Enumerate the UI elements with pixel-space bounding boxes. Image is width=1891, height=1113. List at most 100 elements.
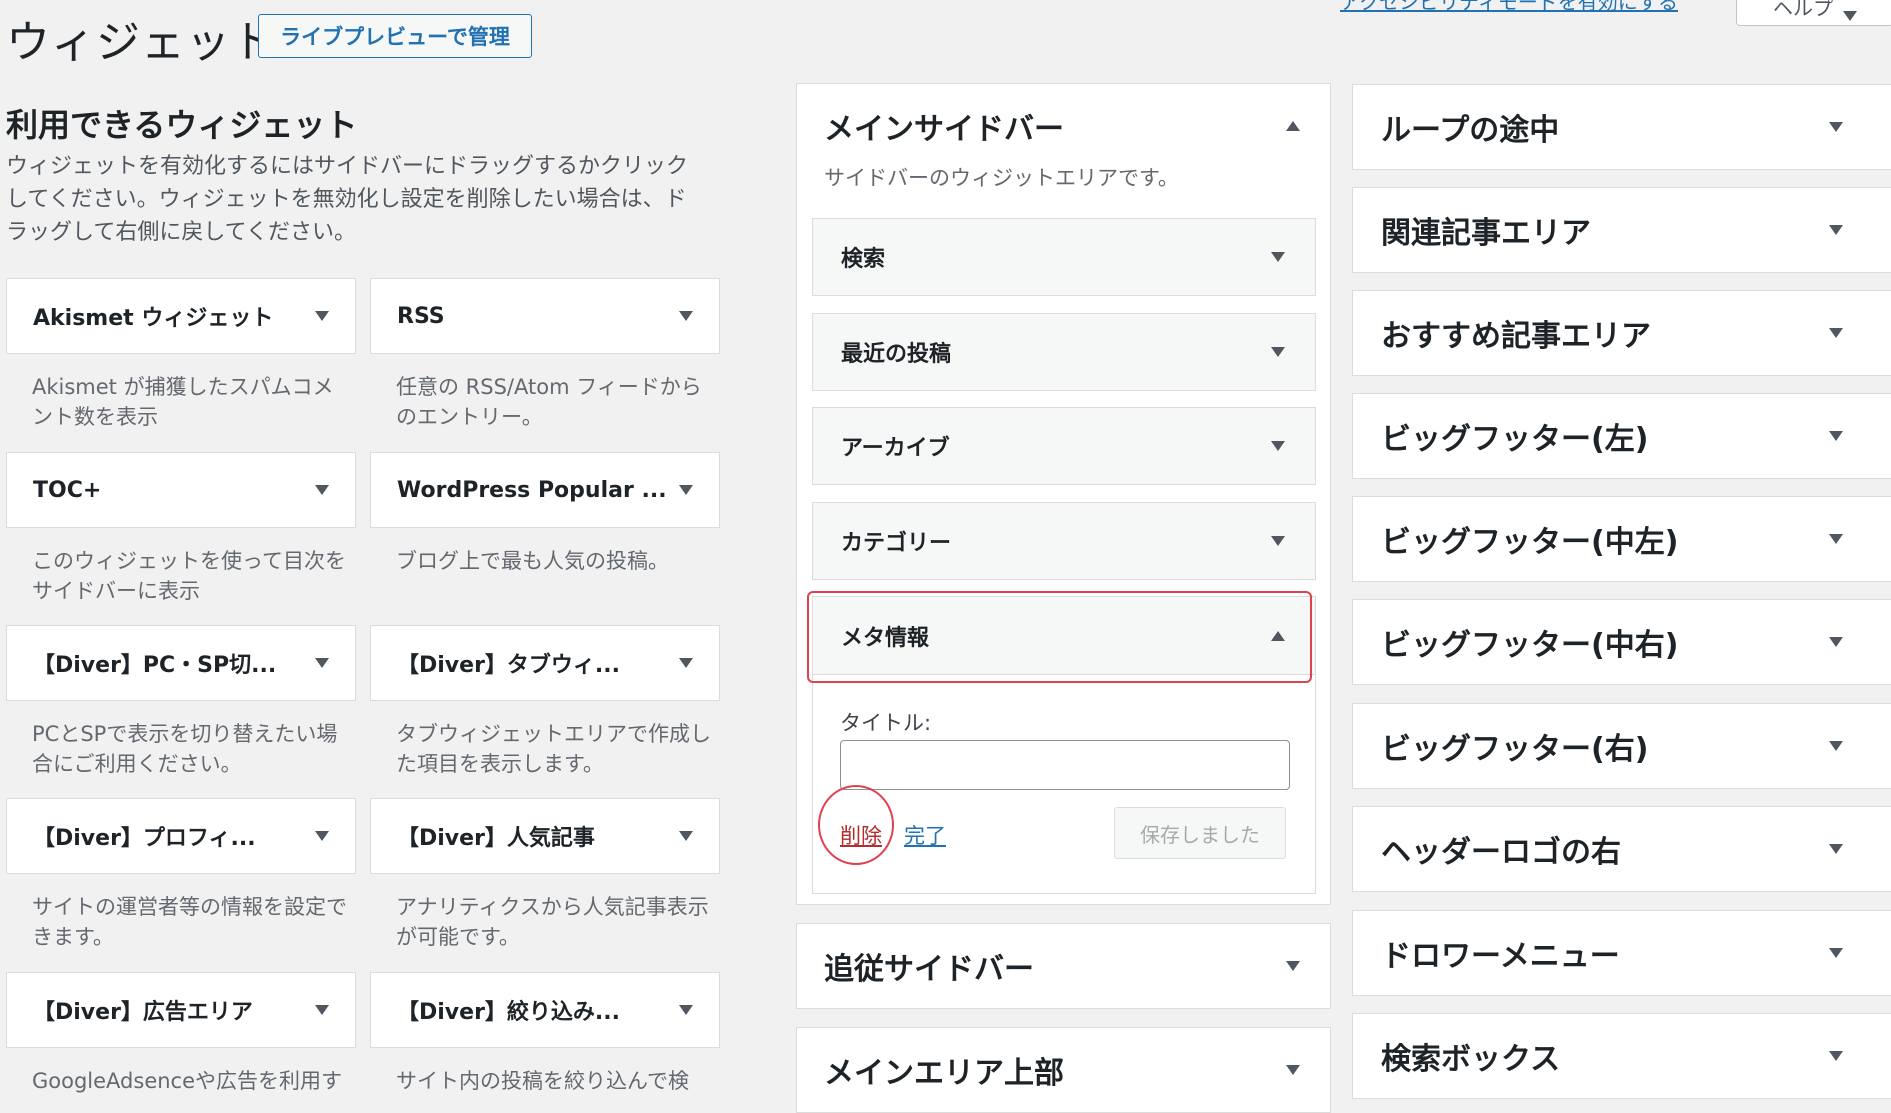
main-area-top-panel[interactable]: メインエリア上部: [796, 1027, 1331, 1113]
chevron-down-icon[interactable]: [1829, 844, 1843, 854]
sidebar-widget-recent-posts[interactable]: 最近の投稿: [812, 313, 1316, 391]
chevron-down-icon[interactable]: [1829, 328, 1843, 338]
chevron-down-icon[interactable]: [1271, 536, 1285, 546]
chevron-down-icon[interactable]: [1286, 1065, 1300, 1075]
widget-label: Akismet ウィジェット: [33, 306, 274, 331]
chevron-down-icon[interactable]: [1829, 225, 1843, 235]
chevron-down-icon[interactable]: [315, 485, 329, 495]
chevron-down-icon[interactable]: [1829, 741, 1843, 751]
chevron-down-icon[interactable]: [679, 311, 693, 321]
widget-description: ブログ上で最も人気の投稿。: [396, 549, 669, 573]
chevron-down-icon[interactable]: [1829, 1051, 1843, 1061]
widget-description: GoogleAdsenceや広告を利用す: [32, 1069, 343, 1093]
chevron-down-icon[interactable]: [315, 831, 329, 841]
area-title: ヘッダーロゴの右: [1381, 835, 1621, 870]
sidebar-follow-title: 追従サイドバー: [824, 952, 1034, 987]
chevron-down-icon[interactable]: [1829, 637, 1843, 647]
sidebar-widget-archives[interactable]: アーカイブ: [812, 407, 1316, 485]
widget-diver-ad[interactable]: 【Diver】広告エリア: [6, 972, 356, 1048]
sidebar-widget-search[interactable]: 検索: [812, 218, 1316, 296]
widget-diver-profile[interactable]: 【Diver】プロフィ...: [6, 798, 356, 874]
widget-label: 【Diver】人気記事: [397, 826, 595, 851]
area-header-logo-right[interactable]: ヘッダーロゴの右: [1352, 806, 1891, 892]
widget-description: アナリティクスから人気記事表示が可能です。: [396, 895, 709, 949]
chevron-down-icon[interactable]: [315, 311, 329, 321]
area-title: おすすめ記事エリア: [1381, 319, 1651, 354]
chevron-down-icon[interactable]: [315, 1005, 329, 1015]
area-big-footer-right[interactable]: ビッグフッター(右): [1352, 703, 1891, 789]
widget-label: 【Diver】PC・SP切...: [33, 653, 277, 678]
chevron-down-icon[interactable]: [1829, 948, 1843, 958]
widget-description: サイト内の投稿を絞り込んで検: [396, 1069, 689, 1093]
chevron-down-icon[interactable]: [1271, 347, 1285, 357]
area-related-posts[interactable]: 関連記事エリア: [1352, 187, 1891, 273]
widget-diver-pc-sp[interactable]: 【Diver】PC・SP切...: [6, 625, 356, 701]
done-link[interactable]: 完了: [904, 820, 946, 850]
widget-description: PCとSPで表示を切り替えたい場合にご利用ください。: [32, 722, 338, 776]
widget-toc[interactable]: TOC+: [6, 452, 356, 528]
area-big-footer-center-left[interactable]: ビッグフッター(中左): [1352, 496, 1891, 582]
highlight-circle: [818, 785, 894, 865]
help-button-label: ヘルプ: [1773, 0, 1833, 20]
highlight-box: [807, 591, 1312, 683]
area-title: ドロワーメニュー: [1381, 939, 1620, 974]
area-recommended-posts[interactable]: おすすめ記事エリア: [1352, 290, 1891, 376]
main-sidebar-description: サイドバーのウィジットエリアです。: [824, 166, 1179, 190]
area-title: ビッグフッター(中右): [1381, 628, 1679, 663]
sidebar-widget-categories[interactable]: カテゴリー: [812, 502, 1316, 580]
main-sidebar-title: メインサイドバー: [824, 112, 1064, 147]
area-loop-middle[interactable]: ループの途中: [1352, 84, 1891, 170]
widget-wordpress-popular[interactable]: WordPress Popular ...: [370, 452, 720, 528]
area-search-box[interactable]: 検索ボックス: [1352, 1013, 1891, 1099]
widget-label: 【Diver】プロフィ...: [33, 826, 256, 851]
area-big-footer-center-right[interactable]: ビッグフッター(中右): [1352, 599, 1891, 685]
widget-description: Akismet が捕獲したスパムコメント数を表示: [32, 375, 334, 429]
chevron-down-icon[interactable]: [1829, 431, 1843, 441]
saved-button[interactable]: 保存しました: [1114, 807, 1286, 859]
widget-description: このウィジェットを使って目次をサイドバーに表示: [32, 549, 346, 603]
chevron-down-icon[interactable]: [1286, 961, 1300, 971]
area-drawer-menu[interactable]: ドロワーメニュー: [1352, 910, 1891, 996]
widget-label: RSS: [397, 303, 445, 329]
area-big-footer-left[interactable]: ビッグフッター(左): [1352, 393, 1891, 479]
area-title: ループの途中: [1381, 113, 1560, 148]
widget-label: 【Diver】絞り込み...: [397, 1000, 620, 1025]
area-title: ビッグフッター(中左): [1381, 525, 1679, 560]
chevron-down-icon[interactable]: [1271, 252, 1285, 262]
chevron-down-icon[interactable]: [1829, 122, 1843, 132]
sidebar-follow-panel[interactable]: 追従サイドバー: [796, 923, 1331, 1009]
available-widgets-title: 利用できるウィジェット: [6, 106, 358, 144]
chevron-down-icon[interactable]: [315, 658, 329, 668]
main-sidebar-header[interactable]: メインサイドバー: [797, 84, 1330, 168]
area-title: 検索ボックス: [1381, 1042, 1561, 1077]
widget-label: WordPress Popular ...: [397, 477, 667, 503]
widget-label: アーカイブ: [841, 436, 950, 461]
widget-diver-tab[interactable]: 【Diver】タブウィ...: [370, 625, 720, 701]
widget-label: 最近の投稿: [841, 342, 952, 367]
main-area-top-title: メインエリア上部: [824, 1056, 1064, 1091]
widget-rss[interactable]: RSS: [370, 278, 720, 354]
widget-description: タブウィジェットエリアで作成した項目を表示します。: [396, 722, 711, 776]
main-sidebar-panel: メインサイドバー サイドバーのウィジットエリアです。 検索 最近の投稿 アーカイ…: [796, 83, 1331, 905]
chevron-down-icon[interactable]: [679, 485, 693, 495]
widget-diver-filter[interactable]: 【Diver】絞り込み...: [370, 972, 720, 1048]
chevron-down-icon[interactable]: [1829, 534, 1843, 544]
accessibility-mode-link[interactable]: アクセシビリティモードを有効にする: [1340, 0, 1678, 15]
widget-label: 検索: [841, 247, 886, 272]
widget-akismet[interactable]: Akismet ウィジェット: [6, 278, 356, 354]
widget-label: TOC+: [33, 477, 102, 503]
chevron-down-icon[interactable]: [1271, 441, 1285, 451]
chevron-down-icon: [1843, 11, 1857, 21]
area-title: ビッグフッター(右): [1381, 732, 1649, 767]
chevron-up-icon[interactable]: [1286, 121, 1300, 131]
title-input[interactable]: [840, 740, 1290, 790]
chevron-down-icon[interactable]: [679, 1005, 693, 1015]
chevron-down-icon[interactable]: [679, 658, 693, 668]
area-title: 関連記事エリア: [1381, 216, 1591, 251]
chevron-down-icon[interactable]: [679, 831, 693, 841]
live-preview-button[interactable]: ライブプレビューで管理: [258, 14, 532, 58]
widget-diver-popular[interactable]: 【Diver】人気記事: [370, 798, 720, 874]
widget-label: 【Diver】広告エリア: [33, 1000, 253, 1025]
area-title: ビッグフッター(左): [1381, 422, 1649, 457]
help-button[interactable]: ヘルプ: [1736, 0, 1891, 26]
